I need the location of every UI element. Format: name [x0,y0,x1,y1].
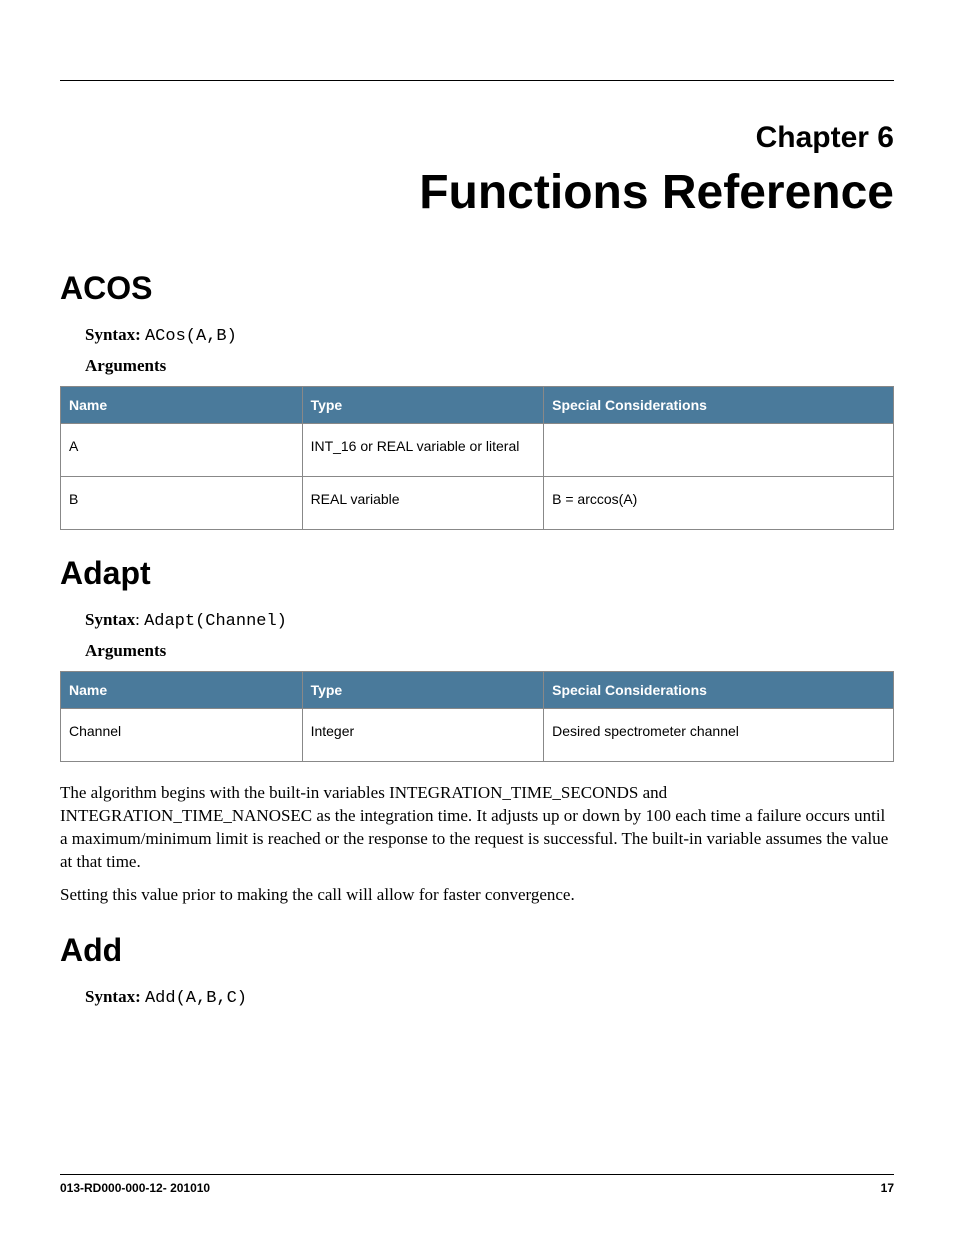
cell-type: REAL variable [302,477,544,530]
col-type: Type [302,387,544,424]
syntax-label: Syntax: [85,987,145,1006]
cell-name: A [61,424,303,477]
acos-block: Syntax: ACos(A,B) Arguments [85,325,894,376]
section-heading-add: Add [60,932,894,969]
adapt-block: Syntax: Adapt(Channel) Arguments [85,610,894,661]
syntax-label: Syntax: [85,325,145,344]
syntax-label: Syntax [85,610,135,629]
section-heading-acos: ACOS [60,270,894,307]
col-name: Name [61,672,303,709]
adapt-para-2: Setting this value prior to making the c… [60,884,894,907]
adapt-arguments-table: Name Type Special Considerations Channel… [60,671,894,762]
section-heading-adapt: Adapt [60,555,894,592]
cell-type: Integer [302,709,544,762]
syntax-colon: : [135,610,144,629]
footer-doc-id: 013-RD000-000-12- 201010 [60,1181,210,1195]
col-special: Special Considerations [544,672,894,709]
cell-name: B [61,477,303,530]
syntax-code: Add(A,B,C) [145,989,247,1008]
add-block: Syntax: Add(A,B,C) [85,987,894,1008]
adapt-syntax: Syntax: Adapt(Channel) [85,610,894,631]
table-row: Channel Integer Desired spectrometer cha… [61,709,894,762]
page-footer: 013-RD000-000-12- 201010 17 [60,1174,894,1195]
chapter-title: Functions Reference [60,165,894,220]
col-special: Special Considerations [544,387,894,424]
cell-special [544,424,894,477]
col-type: Type [302,672,544,709]
table-header-row: Name Type Special Considerations [61,672,894,709]
arguments-label: Arguments [85,641,894,661]
top-rule [60,80,894,81]
adapt-para-1: The algorithm begins with the built-in v… [60,782,894,874]
table-row: A INT_16 or REAL variable or literal [61,424,894,477]
cell-type: INT_16 or REAL variable or literal [302,424,544,477]
footer-row: 013-RD000-000-12- 201010 17 [60,1181,894,1195]
footer-page-number: 17 [881,1181,894,1195]
acos-arguments-table: Name Type Special Considerations A INT_1… [60,386,894,530]
table-row: B REAL variable B = arccos(A) [61,477,894,530]
acos-syntax: Syntax: ACos(A,B) [85,325,894,346]
table-header-row: Name Type Special Considerations [61,387,894,424]
col-name: Name [61,387,303,424]
cell-special: Desired spectrometer channel [544,709,894,762]
cell-name: Channel [61,709,303,762]
add-syntax: Syntax: Add(A,B,C) [85,987,894,1008]
document-page: Chapter 6 Functions Reference ACOS Synta… [0,0,954,1235]
footer-rule [60,1174,894,1175]
chapter-label: Chapter 6 [60,121,894,155]
syntax-code: Adapt(Channel) [144,612,287,631]
arguments-label: Arguments [85,356,894,376]
syntax-code: ACos(A,B) [145,327,237,346]
cell-special: B = arccos(A) [544,477,894,530]
